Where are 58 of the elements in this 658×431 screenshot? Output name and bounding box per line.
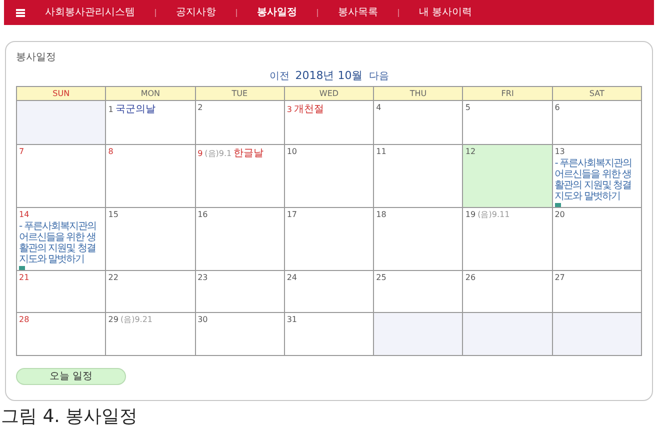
day-number: 25 <box>376 272 386 284</box>
day-number: 7 <box>19 146 24 158</box>
weekday-header: MON <box>106 87 196 101</box>
nav-link[interactable]: 봉사목록 <box>332 5 384 20</box>
day-number: 13 <box>554 146 565 158</box>
weekday-header: TUE <box>196 87 285 101</box>
day-number: 22 <box>108 272 118 284</box>
event-link[interactable]: - 푸른사회복지관의 어르신들을 위한 생활관의 지원및 청결지도와 말벗하기 <box>554 158 639 202</box>
lunar-date: (음)9.11 <box>478 209 510 221</box>
month-title: 2018년 10월 <box>295 68 363 84</box>
panel-title: 봉사일정 <box>16 51 57 65</box>
day-number: 6 <box>554 102 560 114</box>
holiday-label: 한글날 <box>234 147 264 161</box>
day-number: 3 <box>286 104 292 116</box>
lunar-date: (음)9.1 <box>204 148 232 160</box>
nav-link[interactable]: 공지사항 <box>170 5 222 20</box>
day-number: 9 <box>198 148 203 160</box>
holiday-label: 국군의날 <box>115 103 156 117</box>
weekday-header: WED <box>284 87 374 101</box>
menu-icon[interactable] <box>16 8 25 16</box>
day-number: 30 <box>198 314 208 326</box>
day-number: 16 <box>198 209 208 221</box>
weekday-header: SUN <box>17 87 106 101</box>
day-number: 29 <box>108 314 118 326</box>
holiday-label: 개천절 <box>294 103 324 117</box>
day-number: 1 <box>108 104 114 116</box>
day-number: 5 <box>465 102 471 114</box>
day-number: 17 <box>286 209 298 221</box>
day-number: 19 <box>465 209 476 221</box>
day-number: 11 <box>376 146 386 158</box>
weekday-header: FRI <box>463 87 553 101</box>
figure-caption: 그림 4. 봉사일정 <box>1 405 139 429</box>
day-number: 4 <box>376 102 382 114</box>
day-number: 27 <box>554 272 565 284</box>
day-number: 12 <box>465 146 476 158</box>
day-number: 20 <box>554 209 565 221</box>
day-number: 10 <box>286 146 298 158</box>
day-number: 14 <box>19 209 30 221</box>
nav-link[interactable]: 사회봉사관리시스템 <box>39 5 141 20</box>
weekday-header: SAT <box>552 87 642 101</box>
nav-link[interactable]: 봉사일정 <box>251 5 303 20</box>
day-number: 2 <box>198 102 203 114</box>
day-number: 23 <box>198 272 208 284</box>
day-number: 24 <box>286 272 298 284</box>
day-number: 31 <box>286 314 298 326</box>
day-number: 28 <box>19 314 30 326</box>
day-number: 8 <box>108 146 114 158</box>
weekday-header: THU <box>374 87 464 101</box>
day-number: 21 <box>19 272 30 284</box>
next-month-button[interactable]: 다음 <box>368 68 389 84</box>
day-number: 18 <box>376 209 386 221</box>
lunar-date: (음)9.21 <box>120 314 153 326</box>
prev-month-button[interactable]: 이전 <box>269 68 290 84</box>
day-number: 15 <box>108 209 118 221</box>
nav-link[interactable]: 내 봉사이력 <box>413 5 478 20</box>
event-link[interactable]: - 푸른사회복지관의 어르신들을 위한 생활관의 지원및 청결지도와 말벗하기 <box>19 221 104 265</box>
today-schedule-button[interactable]: 오늘 일정 <box>16 368 126 385</box>
day-number: 26 <box>465 272 476 284</box>
